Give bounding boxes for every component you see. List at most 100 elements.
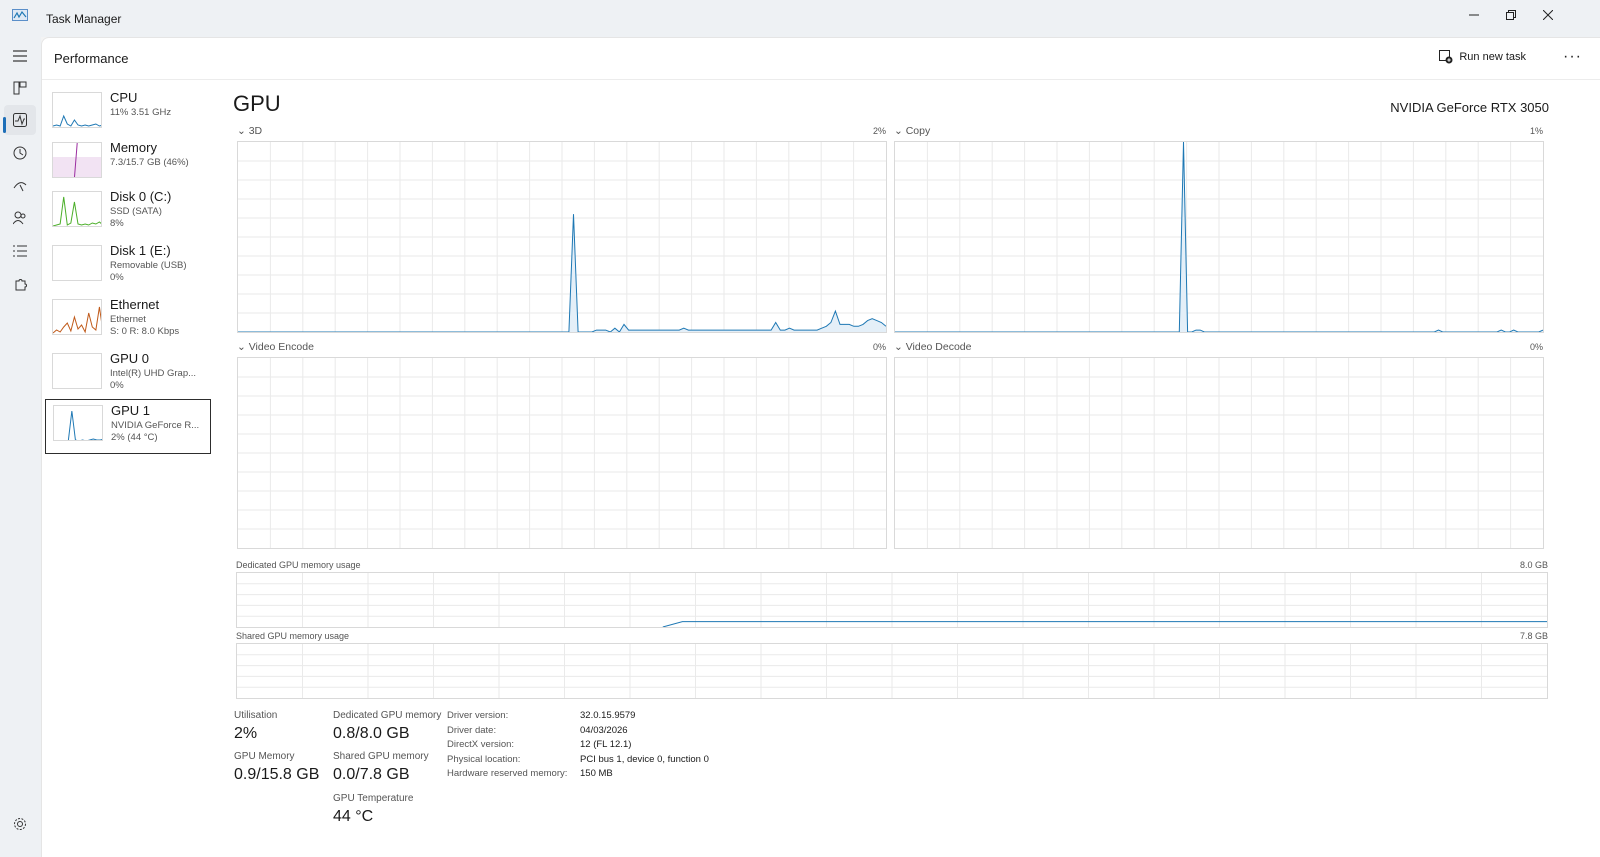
nav-details[interactable] [4,236,36,266]
close-icon [1543,10,1553,20]
gpu-heading: GPU [233,91,281,116]
dedicated-memory-label: Dedicated GPU memory usage [236,560,361,570]
run-new-task-label: Run new task [1459,51,1526,63]
device-thumbnail-graph [52,245,102,281]
device-detail: Intel(R) UHD Grap... [110,368,197,379]
device-name: Disk 1 (E:) [110,243,171,258]
device-thumbnail-graph [52,142,102,178]
users-icon [13,211,26,225]
engine-label-video-decode[interactable]: ⌄ Video Decode [894,341,972,353]
info-value: PCI bus 1, device 0, function 0 [580,753,709,765]
restore-icon [1506,10,1516,20]
navigation-rail [0,37,41,857]
device-thumbnail-graph [52,191,102,227]
engine-label-video-encode[interactable]: ⌄ Video Encode [237,341,314,353]
active-nav-indicator [3,117,6,133]
device-name: GPU 0 [110,351,150,366]
device-detail: Ethernet [110,314,146,325]
nav-settings[interactable] [4,809,36,839]
info-label: Driver date: [447,724,497,736]
dedicated-memory-graph [236,572,1548,628]
close-button[interactable] [1526,0,1570,30]
device-name: Disk 0 (C:) [110,189,172,204]
device-item-cpu[interactable]: CPU 11% 3.51 GHz [45,87,211,142]
engine-label-3d[interactable]: ⌄ 3D [237,125,262,137]
window-title: Task Manager [46,12,122,26]
minimize-icon [1469,14,1479,16]
gpu-memory-label: GPU Memory [234,751,295,762]
dedicated-memory-max: 8.0 GB [1519,560,1548,570]
history-icon [13,146,27,160]
device-detail: 2% (44 °C) [111,432,158,443]
nav-services[interactable] [4,269,36,299]
startup-icon [13,182,27,192]
device-item-gpu-0[interactable]: GPU 0 Intel(R) UHD Grap... 0% [45,348,211,403]
utilisation-value: 2% [234,725,258,742]
engine-graph-video-decode [894,357,1544,549]
device-detail: 0% [110,380,124,391]
info-label: DirectX version: [447,739,515,751]
hamburger-menu-button[interactable] [4,41,36,71]
title-bar: Task Manager [0,0,1600,37]
nav-app-history[interactable] [4,138,36,168]
device-detail: SSD (SATA) [110,206,162,217]
performance-icon [13,113,27,127]
run-task-icon [1439,50,1453,64]
info-label: Hardware reserved memory: [447,768,568,780]
device-detail: 7.3/15.7 GB (46%) [110,157,189,168]
device-thumbnail-graph [52,353,102,389]
device-detail: S: 0 R: 8.0 Kbps [110,326,180,337]
device-item-gpu-1[interactable]: GPU 1 NVIDIA GeForce R... 2% (44 °C) [45,399,211,454]
more-options-button[interactable]: ··· [1563,48,1582,66]
device-thumbnail-graph [53,405,103,441]
info-value: 32.0.15.9579 [580,710,636,721]
engine-percent: 2% [873,126,887,136]
nav-users[interactable] [4,203,36,233]
device-detail: 0% [110,272,124,283]
device-thumbnail-graph [52,92,102,128]
engine-percent: 0% [1530,342,1544,352]
device-name: Ethernet [110,297,160,312]
engine-graph-copy [894,141,1544,333]
gpu-memory-value: 0.9/15.8 GB [234,766,320,783]
info-value: 12 (FL 12.1) [580,739,632,751]
page-title: Performance [54,51,129,66]
shared-memory-max: 7.8 GB [1519,631,1548,641]
device-detail: 8% [110,218,124,229]
device-item-disk-0-c[interactable]: Disk 0 (C:) SSD (SATA) 8% [45,186,211,241]
device-name: CPU [110,90,138,105]
info-label: Physical location: [447,753,521,765]
gpu-model-name: NVIDIA GeForce RTX 3050 [1390,100,1549,115]
device-item-disk-1-e[interactable]: Disk 1 (E:) Removable (USB) 0% [45,240,211,295]
dedicated-gpu-memory-label: Dedicated GPU memory [333,710,442,721]
gear-icon [14,818,26,830]
engine-percent: 1% [1530,126,1544,136]
gpu-temperature-label: GPU Temperature [333,793,414,804]
engine-graph-video-encode [237,357,887,549]
device-detail: NVIDIA GeForce R... [111,420,200,431]
info-value: 04/03/2026 [580,724,628,736]
hamburger-icon [13,50,27,62]
shared-memory-label: Shared GPU memory usage [236,631,350,641]
device-detail: Removable (USB) [110,260,187,271]
device-detail: 11% 3.51 GHz [110,107,172,118]
task-manager-app-icon [12,9,28,21]
device-item-ethernet[interactable]: Ethernet Ethernet S: 0 R: 8.0 Kbps [45,294,211,349]
nav-processes[interactable] [4,73,36,103]
shared-gpu-memory-label: Shared GPU memory [333,751,429,762]
info-label: Driver version: [447,710,509,721]
device-name: GPU 1 [111,403,151,418]
engine-graph-3d [237,141,887,333]
nav-performance[interactable] [4,105,36,135]
device-thumbnail-graph [52,299,102,335]
engine-percent: 0% [873,342,887,352]
utilisation-label: Utilisation [234,710,278,721]
run-new-task-button[interactable]: Run new task [1439,50,1526,64]
info-value: 150 MB [580,768,613,780]
nav-startup-apps[interactable] [4,170,36,200]
device-name: Memory [110,140,157,155]
processes-icon [13,81,27,95]
gpu-temperature-value: 44 °C [333,808,374,825]
engine-label-copy[interactable]: ⌄ Copy [894,125,930,137]
device-item-memory[interactable]: Memory 7.3/15.7 GB (46%) [45,137,211,192]
